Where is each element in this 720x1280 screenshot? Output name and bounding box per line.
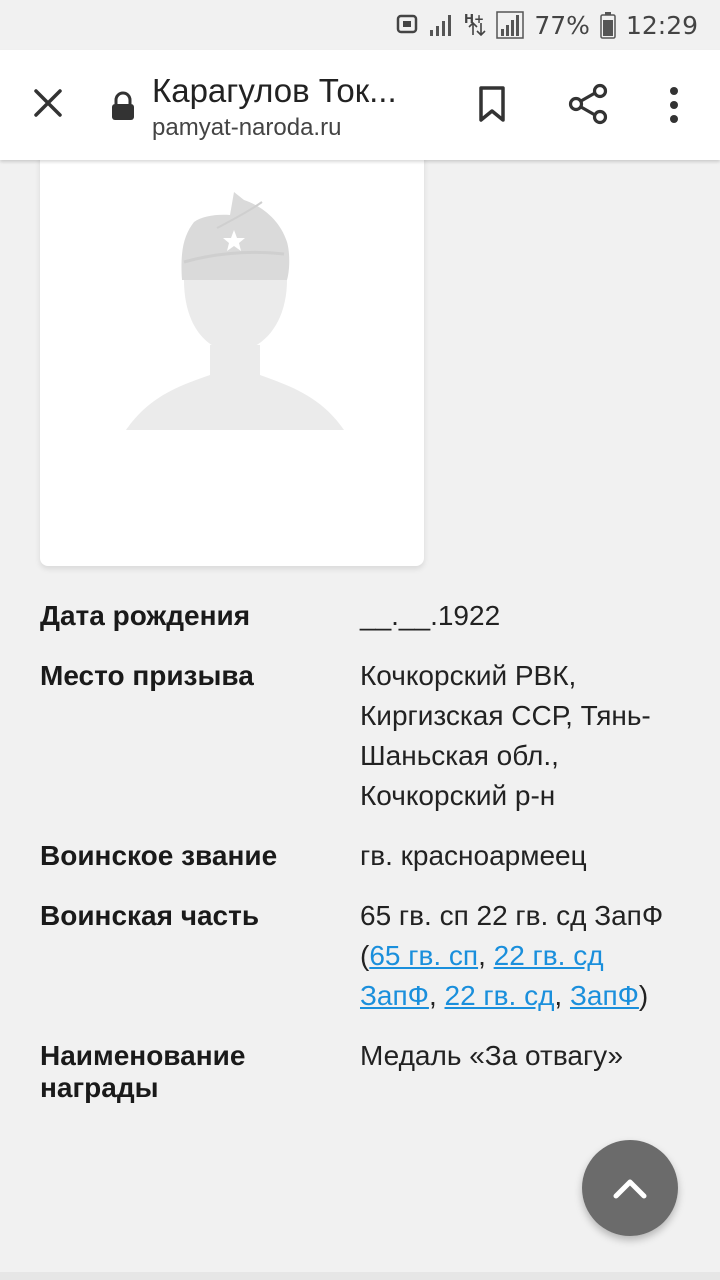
scroll-to-top-button[interactable] xyxy=(582,1140,678,1236)
detail-row-conscription-place: Место призыва Кочкорский РВК, Киргизская… xyxy=(40,660,680,816)
detail-value: Медаль «За отвагу» xyxy=(360,1040,624,1071)
browser-toolbar: Карагулов Ток... pamyat-naroda.ru xyxy=(0,50,720,160)
page-title: Карагулов Ток... xyxy=(152,72,397,109)
close-button[interactable] xyxy=(28,83,68,123)
detail-label: Дата рождения xyxy=(40,600,251,631)
detail-label: Воинская часть xyxy=(40,900,260,931)
more-options-button[interactable] xyxy=(660,84,688,126)
unit-link-front[interactable]: ЗапФ xyxy=(570,980,639,1011)
detail-label: Место призыва xyxy=(40,660,254,691)
detail-row-military-unit: Воинская часть 65 гв. сп 22 гв. сд ЗапФ … xyxy=(40,900,680,1016)
notification-icon xyxy=(396,14,418,36)
bookmark-icon xyxy=(479,86,505,122)
unit-text-suffix: ) xyxy=(638,980,649,1011)
portrait-card xyxy=(40,140,424,566)
page-url: pamyat-naroda.ru xyxy=(152,114,342,141)
hplus-icon: H+ xyxy=(464,11,486,39)
battery-icon xyxy=(600,11,616,39)
soldier-avatar-placeholder-icon xyxy=(126,192,344,430)
clock: 12:29 xyxy=(625,10,698,40)
lock-icon xyxy=(110,91,136,121)
share-icon xyxy=(568,83,608,125)
unit-link-regiment[interactable]: 65 гв. сп xyxy=(369,940,478,971)
battery-percent: 77% xyxy=(534,10,590,40)
detail-row-award: Наименование награды Медаль «За отвагу» xyxy=(40,1040,680,1104)
share-button[interactable] xyxy=(568,83,608,125)
detail-row-rank: Воинское звание гв. красноармеец xyxy=(40,840,680,876)
status-bar: H+ 77% 12:29 xyxy=(0,0,720,50)
detail-label: Воинское звание xyxy=(40,840,278,871)
chevron-up-icon xyxy=(613,1179,647,1199)
detail-value: __.__.1922 xyxy=(360,600,501,631)
detail-value: гв. красноармеец xyxy=(360,840,587,871)
bottom-divider xyxy=(0,1272,720,1280)
detail-value: 65 гв. сп 22 гв. сд ЗапФ (65 гв. сп, 22 … xyxy=(360,900,664,1011)
detail-label: Наименование награды xyxy=(40,1040,246,1103)
detail-row-birth-date: Дата рождения __.__.1922 xyxy=(40,600,680,636)
close-icon xyxy=(34,89,62,117)
detail-value: Кочкорский РВК, Киргизская ССР, Тянь-Шан… xyxy=(360,660,651,811)
signal-weak-icon xyxy=(428,12,454,38)
bookmark-button[interactable] xyxy=(476,84,508,124)
unit-link-division[interactable]: 22 гв. сд xyxy=(445,980,555,1011)
signal-strong-icon xyxy=(496,11,525,39)
more-vert-icon xyxy=(670,87,678,123)
person-details: Дата рождения __.__.1922 Место призыва К… xyxy=(40,600,680,1128)
